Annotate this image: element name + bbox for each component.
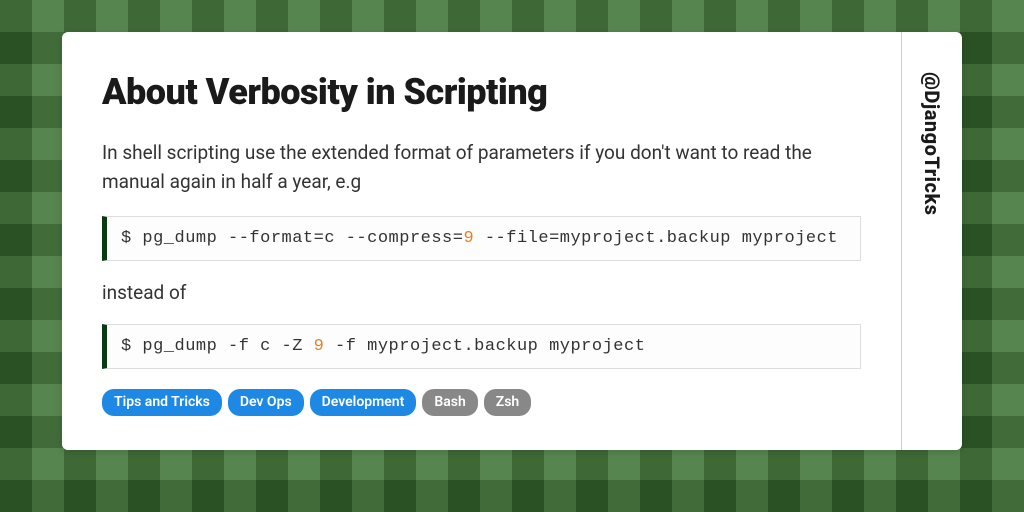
- tag-secondary[interactable]: Zsh: [484, 389, 531, 415]
- sidebar: @DjangoTricks: [902, 32, 962, 450]
- code-block-short: $ pg_dump -f c -Z 9 -f myproject.backup …: [102, 324, 861, 369]
- between-text: instead of: [102, 281, 861, 304]
- code-block-verbose: $ pg_dump --format=c --compress=9 --file…: [102, 216, 861, 261]
- code-number: 9: [463, 229, 474, 248]
- tag-secondary[interactable]: Bash: [422, 389, 477, 415]
- code-post: --file=myproject.backup myproject: [474, 229, 838, 248]
- main-content: About Verbosity in Scripting In shell sc…: [62, 32, 902, 450]
- code-pre: $ pg_dump -f c -Z: [121, 337, 314, 356]
- intro-text: In shell scripting use the extended form…: [102, 139, 861, 196]
- tag-primary[interactable]: Development: [310, 389, 417, 415]
- code-number: 9: [314, 337, 325, 356]
- tag-list: Tips and Tricks Dev Ops Development Bash…: [102, 389, 861, 415]
- code-pre: $ pg_dump --format=c --compress=: [121, 229, 463, 248]
- code-post: -f myproject.backup myproject: [324, 337, 645, 356]
- tag-primary[interactable]: Dev Ops: [228, 389, 304, 415]
- content-card: About Verbosity in Scripting In shell sc…: [62, 32, 962, 450]
- page-title: About Verbosity in Scripting: [102, 72, 861, 113]
- author-handle[interactable]: @DjangoTricks: [920, 72, 944, 216]
- tag-primary[interactable]: Tips and Tricks: [102, 389, 222, 415]
